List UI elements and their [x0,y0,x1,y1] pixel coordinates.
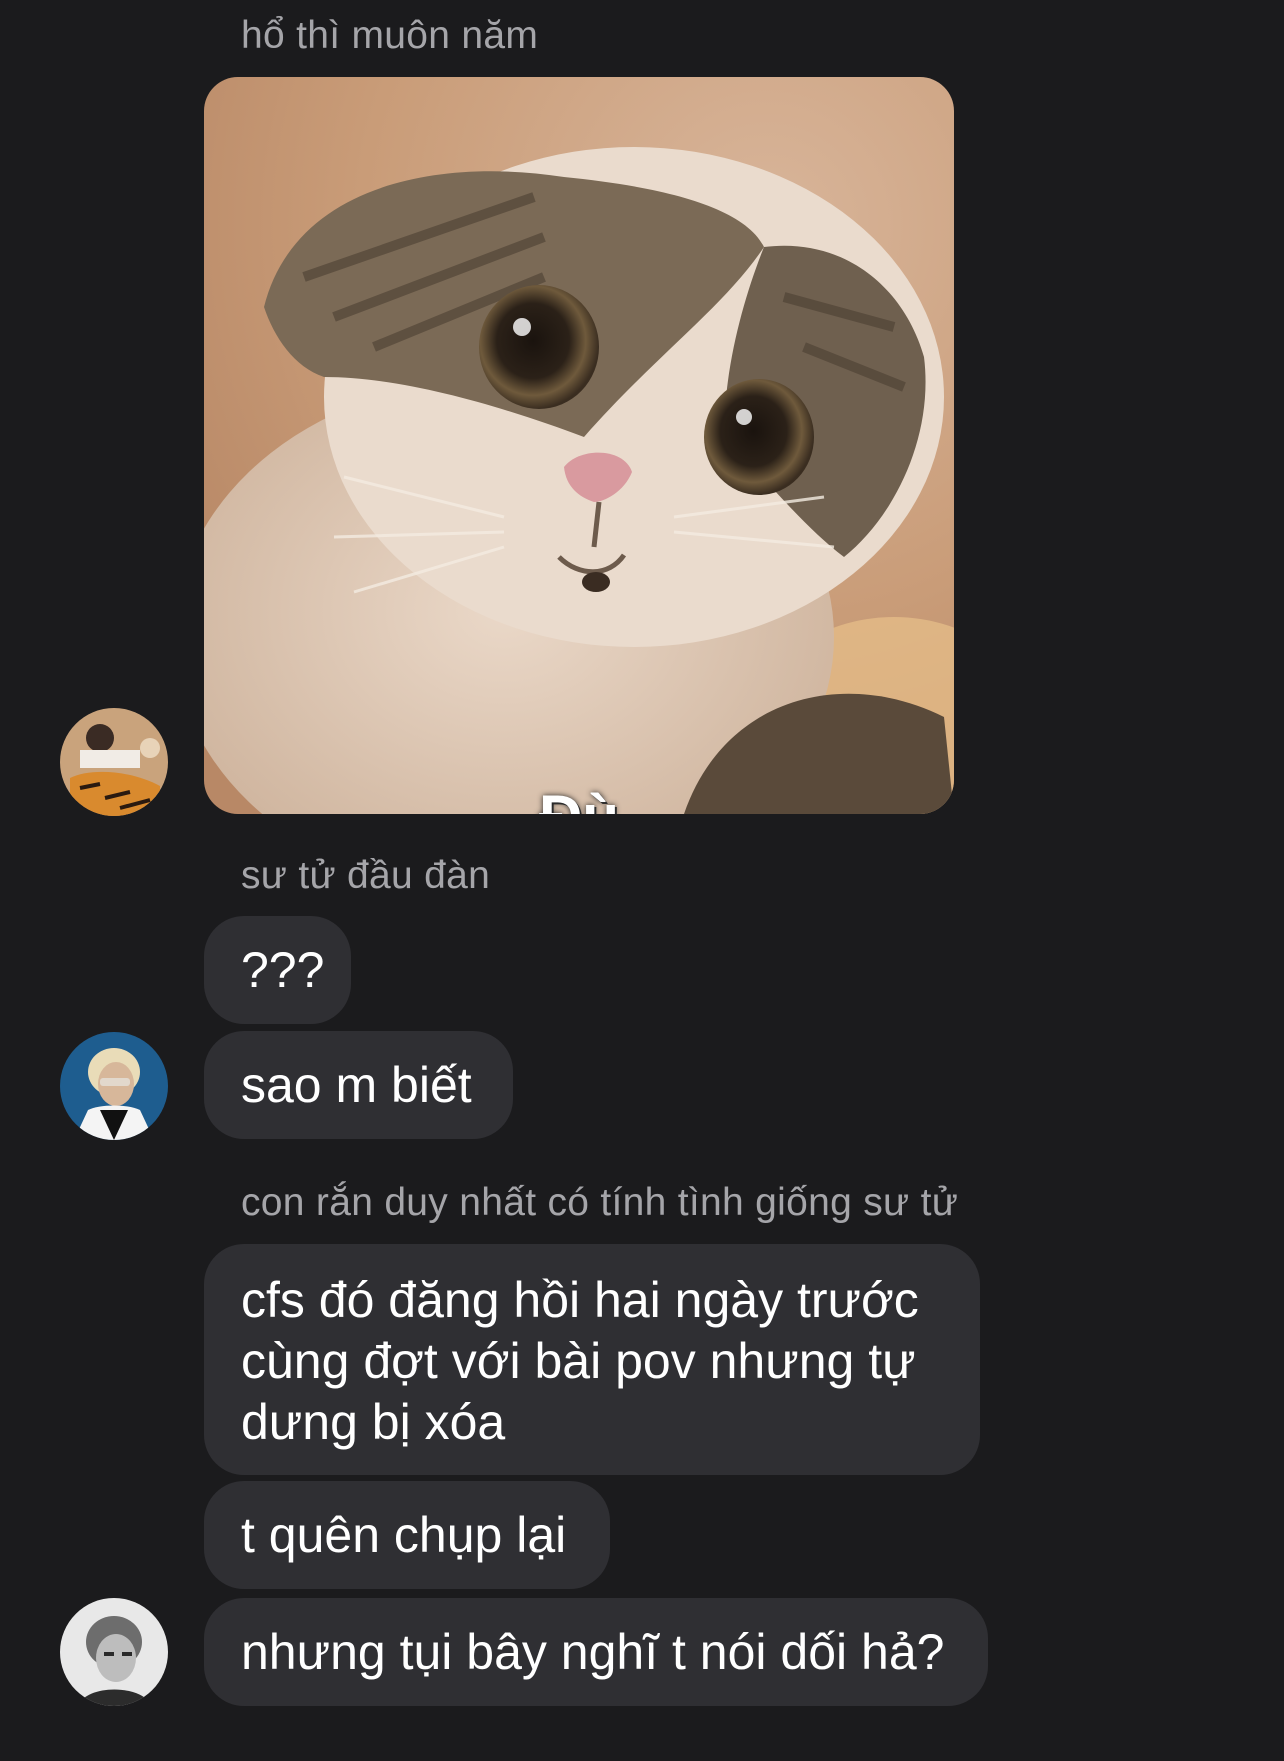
message-bubble[interactable]: cfs đó đăng hồi hai ngày trước cùng đợt … [204,1244,980,1475]
cat-meme-photo[interactable]: Đù [204,77,954,814]
sender-name: hổ thì muôn năm [241,14,539,57]
message-text-line: dưng bị xóa [241,1394,506,1450]
avatar[interactable] [60,1032,168,1140]
avatar-image [60,708,168,816]
message-bubble[interactable]: ??? [204,916,351,1024]
message-bubble[interactable]: sao m biết [204,1031,513,1139]
sender-name: con rắn duy nhất có tính tình giống sư t… [241,1181,959,1224]
message-text-line: cùng đợt với bài pov nhưng tự [241,1333,916,1389]
message-text: t quên chụp lại [241,1506,567,1563]
photo-caption: Đù [204,782,954,814]
message-text: nhưng tụi bây nghĩ t nói dối hả? [241,1623,945,1680]
avatar[interactable] [60,708,168,816]
avatar-image [60,1598,168,1706]
message-text-line: cfs đó đăng hồi hai ngày trước [241,1272,919,1328]
message-text: sao m biết [241,1056,472,1113]
avatar[interactable] [60,1598,168,1706]
avatar-image [60,1032,168,1140]
message-bubble[interactable]: nhưng tụi bây nghĩ t nói dối hả? [204,1598,988,1706]
cat-image [204,77,954,814]
sender-name: sư tử đầu đàn [241,854,491,897]
message-text: ??? [241,941,325,998]
message-bubble[interactable]: t quên chụp lại [204,1481,610,1589]
